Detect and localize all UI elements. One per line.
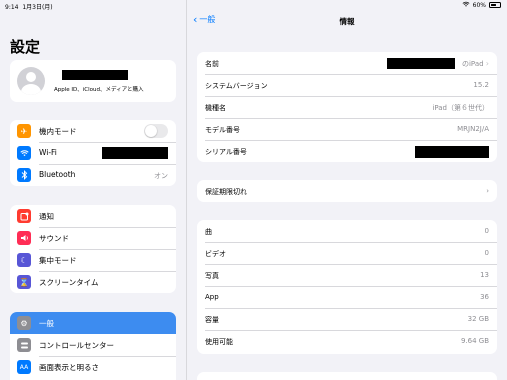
status-right: 60% — [462, 1, 501, 9]
stat-label: 容量 — [205, 315, 219, 324]
system-version-value: 15.2 — [473, 81, 489, 89]
redacted-user-name — [62, 70, 128, 80]
page-title: 情報 — [339, 17, 355, 26]
model-number-row[interactable]: モデル番号 MRJN2J/A — [197, 118, 497, 140]
name-row[interactable]: 名前 のiPad › — [197, 52, 497, 74]
redacted-device-owner — [387, 58, 455, 69]
sound-icon — [17, 231, 31, 245]
next-section-card — [197, 372, 497, 380]
name-label: 名前 — [205, 59, 219, 68]
stat-value: 9.64 GB — [460, 337, 489, 345]
bluetooth-icon — [17, 168, 31, 182]
model-name-value: iPad（第６世代） — [432, 104, 489, 112]
stat-label: 写真 — [205, 271, 219, 280]
sidebar-item-control-center[interactable]: コントロールセンター — [10, 334, 176, 356]
notifications-group: 通知 サウンド ☾ 集中モード ⌛ スクリーンタイム — [10, 205, 176, 293]
redacted-serial-number — [415, 146, 489, 158]
sidebar-item-bluetooth[interactable]: Bluetooth オン — [10, 164, 176, 186]
stat-row-videos: ビデオ 0 — [197, 242, 497, 264]
status-bar: 9:14 1月3日(月) 60% — [0, 0, 507, 11]
stat-row-photos: 写真 13 — [197, 264, 497, 286]
stat-value: 0 — [484, 227, 489, 235]
sidebar-item-label: Wi-Fi — [39, 148, 57, 157]
stat-label: ビデオ — [205, 249, 226, 258]
sidebar-item-notifications[interactable]: 通知 — [10, 205, 176, 227]
sidebar-item-label: Bluetooth — [39, 170, 76, 179]
stat-row-capacity: 容量 32 GB — [197, 308, 497, 330]
airplane-mode-toggle[interactable] — [144, 124, 168, 138]
bluetooth-status: オン — [154, 171, 168, 180]
sidebar-item-label: 通知 — [39, 212, 54, 221]
chevron-right-icon: › — [485, 59, 489, 68]
settings-title: 設定 — [10, 38, 41, 56]
stat-row-apps: App 36 — [197, 286, 497, 308]
wifi-status-icon — [462, 1, 470, 9]
device-info-card: 名前 のiPad › システムバージョン 15.2 機種名 iPad（第６世代）… — [197, 52, 497, 162]
battery-percent: 60% — [472, 1, 486, 9]
sidebar-item-sounds[interactable]: サウンド — [10, 227, 176, 249]
sidebar-item-screen-time[interactable]: ⌛ スクリーンタイム — [10, 271, 176, 293]
model-name-row: 機種名 iPad（第６世代） — [197, 96, 497, 118]
serial-number-row: シリアル番号 — [197, 140, 497, 162]
storage-stats-card: 曲 0 ビデオ 0 写真 13 App 36 容量 32 GB 使用可能 9.6… — [197, 220, 497, 354]
stat-value: 32 GB — [467, 315, 489, 323]
serial-number-label: シリアル番号 — [205, 147, 247, 156]
sidebar-item-display[interactable]: AA 画面表示と明るさ — [10, 356, 176, 378]
settings-sidebar: 設定 Apple ID、iCloud、メディアと購入 ✈ 機内モード Wi-Fi… — [0, 0, 186, 380]
stat-value: 13 — [480, 271, 489, 279]
warranty-label: 保証期限切れ — [205, 187, 247, 196]
model-number-label: モデル番号 — [205, 125, 240, 134]
model-name-label: 機種名 — [205, 103, 226, 112]
apple-id-subtitle: Apple ID、iCloud、メディアと購入 — [54, 87, 144, 93]
sidebar-item-label: サウンド — [39, 234, 69, 243]
sidebar-item-airplane-mode[interactable]: ✈ 機内モード — [10, 120, 176, 142]
gear-icon: ⚙ — [17, 316, 31, 330]
general-group: ⚙ 一般 コントロールセンター AA 画面表示と明るさ — [10, 312, 176, 380]
control-center-icon — [17, 338, 31, 352]
model-number-value: MRJN2J/A — [457, 125, 489, 133]
sidebar-item-label: コントロールセンター — [39, 341, 114, 350]
moon-icon: ☾ — [17, 253, 31, 267]
detail-pane: ‹ 一般 情報 名前 のiPad › システムバージョン 15.2 機種名 iP… — [187, 0, 507, 380]
redacted-wifi-network — [102, 147, 168, 159]
display-icon: AA — [17, 360, 31, 374]
stat-label: App — [205, 292, 219, 301]
sidebar-item-general[interactable]: ⚙ 一般 — [10, 312, 176, 334]
sidebar-item-wifi[interactable]: Wi-Fi — [10, 142, 176, 164]
sidebar-item-label: 集中モード — [39, 256, 77, 265]
warranty-card: 保証期限切れ › — [197, 180, 497, 202]
sidebar-item-label: 機内モード — [39, 127, 77, 136]
sidebar-item-label: スクリーンタイム — [39, 278, 99, 287]
system-version-row[interactable]: システムバージョン 15.2 — [197, 74, 497, 96]
notifications-icon — [17, 209, 31, 223]
stat-value: 36 — [480, 293, 489, 301]
stat-label: 曲 — [205, 227, 212, 236]
stat-value: 0 — [484, 249, 489, 257]
stat-row-available: 使用可能 9.64 GB — [197, 330, 497, 352]
sidebar-item-focus[interactable]: ☾ 集中モード — [10, 249, 176, 271]
name-value: のiPad › — [461, 59, 489, 68]
chevron-right-icon: › — [486, 187, 489, 195]
battery-icon — [489, 2, 501, 8]
avatar — [17, 67, 45, 95]
stat-label: 使用可能 — [205, 337, 233, 346]
hourglass-icon: ⌛ — [17, 275, 31, 289]
stat-row-songs: 曲 0 — [197, 220, 497, 242]
wifi-icon — [17, 146, 31, 160]
sidebar-item-label: 画面表示と明るさ — [39, 363, 99, 372]
connectivity-group: ✈ 機内モード Wi-Fi Bluetooth オン — [10, 120, 176, 186]
system-version-label: システムバージョン — [205, 81, 268, 90]
apple-id-card[interactable]: Apple ID、iCloud、メディアと購入 — [10, 60, 176, 102]
warranty-row[interactable]: 保証期限切れ › — [197, 180, 497, 202]
sidebar-item-label: 一般 — [39, 319, 54, 328]
status-time: 9:14 1月3日(月) — [5, 4, 53, 11]
airplane-icon: ✈ — [17, 124, 31, 138]
